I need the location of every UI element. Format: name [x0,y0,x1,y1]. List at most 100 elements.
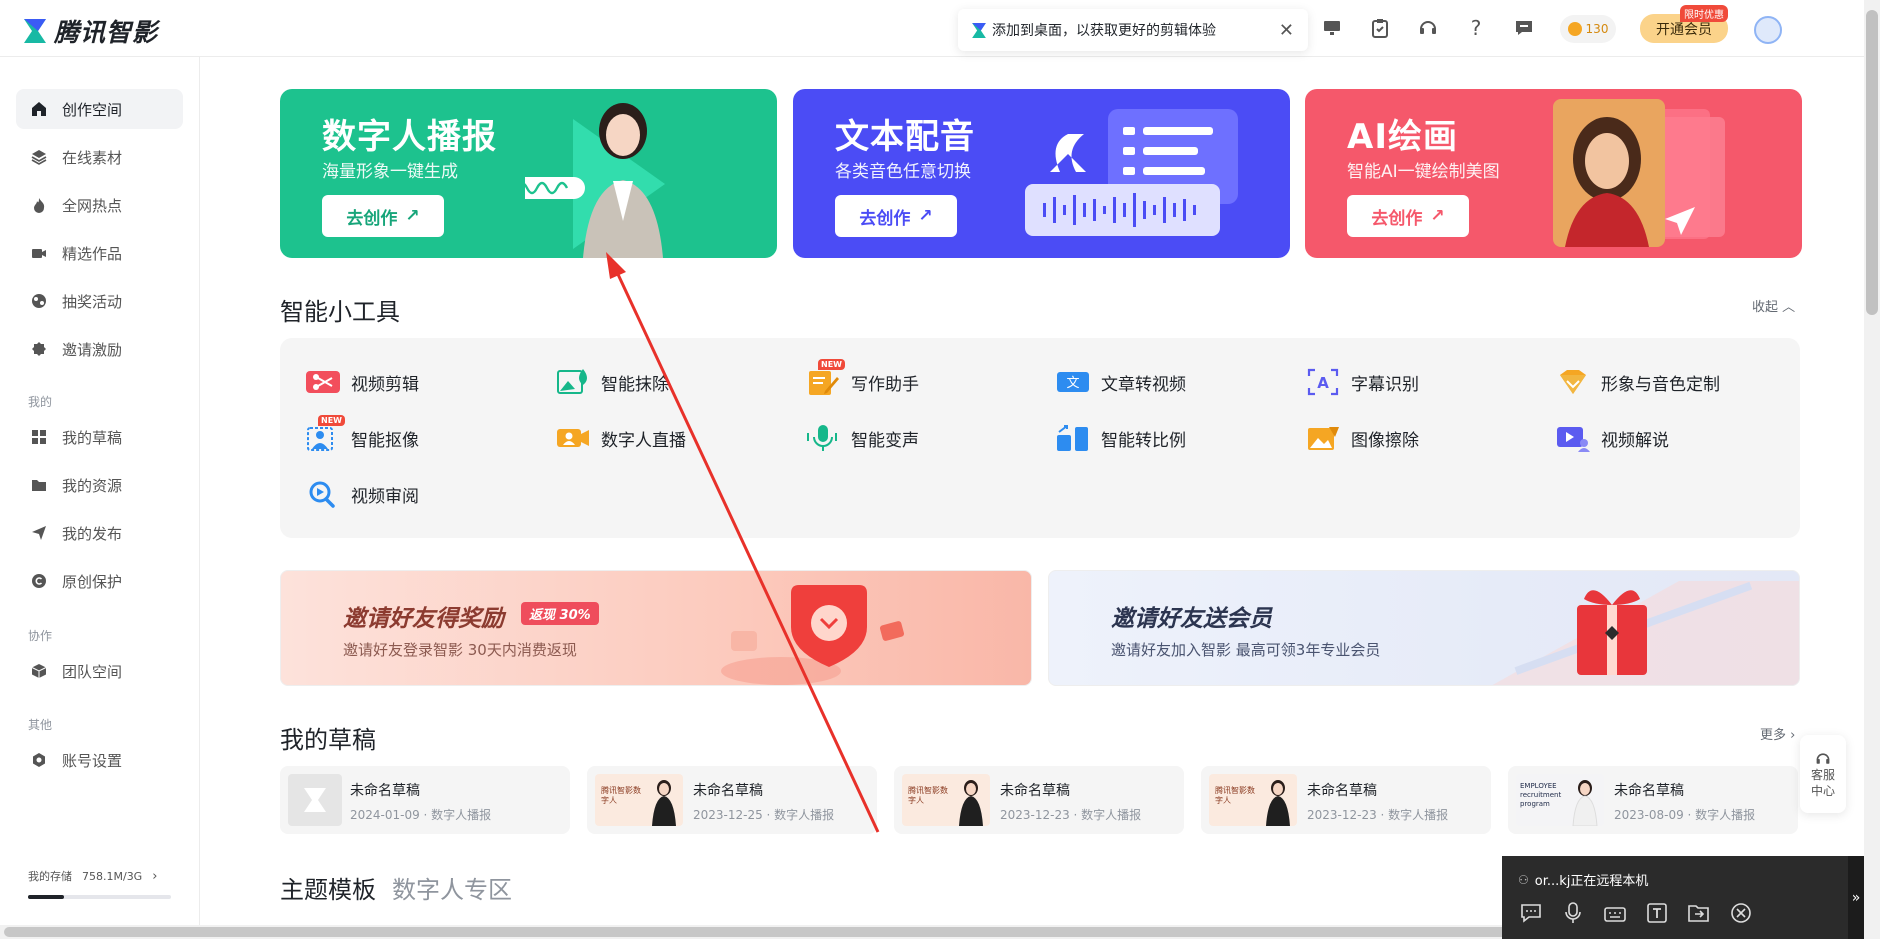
person-cutout-icon: NEW [305,415,345,453]
logo[interactable]: 腾讯智影 [24,13,158,49]
tool-image-erase[interactable]: 图像擦除 [1305,423,1419,453]
arrow-up-right-icon: ↗ [1430,206,1445,226]
go-create-button[interactable]: 去创作 ↗ [322,195,444,237]
tool-avatar-voice-custom[interactable]: 形象与音色定制 [1555,367,1720,397]
presenter-figure [1266,780,1290,826]
clipboard-icon[interactable] [1368,16,1392,40]
sidebar-item-label: 邀请激励 [62,340,123,359]
headset-icon[interactable] [1416,16,1440,40]
thumbnail-caption: 腾讯智影数字人 [908,786,948,805]
sidebar-item-my-resources[interactable]: 我的资源 [16,465,183,505]
sidebar-item-creation-space[interactable]: 创作空间 [16,89,183,129]
draft-thumbnail: EMPLOYEE recruitment program [1516,774,1604,826]
chat-icon[interactable] [1518,900,1544,926]
go-create-button[interactable]: 去创作 ↗ [1347,195,1469,237]
tool-label: 视频剪辑 [351,374,419,395]
customer-service-button[interactable]: 客服 中心 [1800,735,1846,813]
more-label: 更多 [1760,728,1787,743]
help-icon[interactable]: ? [1464,16,1488,40]
sidebar-item-label: 我的草稿 [62,428,123,447]
coin-balance[interactable]: 130 [1560,15,1616,43]
tool-smart-cutout[interactable]: NEW 智能抠像 [305,415,419,453]
horizontal-scrollbar-thumb[interactable] [4,927,1644,937]
tab-theme-templates[interactable]: 主题模板 [280,870,376,905]
banner-title: 邀请好友得奖励 [343,606,504,632]
portrait-illustration [1553,99,1725,247]
tool-smart-erase[interactable]: 智能抹除 [555,367,669,397]
sidebar-item-label: 团队空间 [62,662,123,681]
live-camera-icon [555,423,591,453]
sidebar-item-hot-topics[interactable]: 全网热点 [16,185,183,225]
banner-title: 邀请好友送会员 [1111,606,1272,632]
sidebar-item-label: 全网热点 [62,196,123,215]
tool-aspect-ratio[interactable]: 智能转比例 [1055,423,1186,453]
tool-label: 形象与音色定制 [1601,374,1720,395]
collapse-toggle[interactable]: 收起 ︿ [1752,296,1795,315]
sidebar-item-account-settings[interactable]: 账号设置 [16,740,183,780]
draft-thumbnail: 腾讯智影数字人 [1209,774,1297,826]
tool-video-commentary[interactable]: 视频解说 [1555,423,1669,453]
button-label: 去创作 [1371,208,1423,229]
notice-text: 添加到桌面，以获取更好的剪辑体验 [992,23,1216,39]
close-circle-icon[interactable] [1728,900,1754,926]
invite-cashback-banner[interactable]: 邀请好友得奖励 返现 30% 邀请好友登录智影 30天内消费返现 [280,570,1032,686]
tool-writing-assistant[interactable]: NEW 写作助手 [805,359,919,397]
storage-info[interactable]: 我的存储 758.1M/3G › [28,868,157,884]
keyboard-icon[interactable] [1602,900,1628,926]
sidebar-item-featured-works[interactable]: 精选作品 [16,233,183,273]
tool-label: 数字人直播 [601,430,686,451]
arrow-up-right-icon: ↗ [918,206,933,226]
sidebar-item-lottery[interactable]: 抽奖活动 [16,281,183,321]
tool-voice-changer[interactable]: 智能变声 [805,423,919,453]
close-icon[interactable]: ✕ [1279,20,1294,41]
audio-illustration [1025,109,1238,236]
draft-card[interactable]: EMPLOYEE recruitment program 未命名草稿 2023-… [1508,766,1798,834]
sidebar-item-copyright[interactable]: 原创保护 [16,561,183,601]
badge-icon [30,340,48,358]
cashback-badge: 返现 30% [521,602,599,625]
group-label-collab: 协作 [28,629,53,643]
add-to-desktop-notice[interactable]: 添加到桌面，以获取更好的剪辑体验 ✕ [958,9,1308,51]
presenter-figure [1572,780,1598,826]
hero-card-ai-painting[interactable]: AI绘画 智能AI一键绘制美图 去创作 ↗ [1305,89,1802,258]
file-transfer-icon[interactable] [1686,900,1712,926]
gift-box-illustration [1492,581,1799,685]
sidebar-item-invite-rewards[interactable]: 邀请激励 [16,329,183,369]
more-link[interactable]: 更多 › [1760,724,1795,743]
sidebar-item-my-drafts[interactable]: 我的草稿 [16,417,183,457]
draft-card[interactable]: 腾讯智影数字人 未命名草稿 2023-12-25 · 数字人播报 [587,766,877,834]
hero-card-text-dubbing[interactable]: 文本配音 各类音色任意切换 去创作 ↗ [793,89,1290,258]
double-chevron-right-icon[interactable]: » [1848,856,1864,939]
sidebar-item-online-assets[interactable]: 在线素材 [16,137,183,177]
coin-count: 130 [1585,22,1609,36]
draft-card[interactable]: 腾讯智影数字人 未命名草稿 2023-12-23 · 数字人播报 [1201,766,1491,834]
draft-thumbnail: 腾讯智影数字人 [595,774,683,826]
draft-card[interactable]: 未命名草稿 2024-01-09 · 数字人播报 [280,766,570,834]
draft-card[interactable]: 腾讯智影数字人 未命名草稿 2023-12-23 · 数字人播报 [894,766,1184,834]
tool-article-to-video[interactable]: 文 文章转视频 [1055,367,1186,397]
tool-video-review[interactable]: 视频审阅 [305,479,419,509]
tool-label: 视频解说 [1601,430,1669,451]
invite-membership-banner[interactable]: 邀请好友送会员 邀请好友加入智影 最高可领3年专业会员 [1048,570,1800,686]
sidebar-item-label: 抽奖活动 [62,292,123,311]
tool-label: 智能转比例 [1101,430,1186,451]
sidebar-item-my-publish[interactable]: 我的发布 [16,513,183,553]
text-box-icon[interactable] [1644,900,1670,926]
sidebar-item-label: 我的资源 [62,476,123,495]
tool-digital-human-live[interactable]: 数字人直播 [555,423,686,453]
message-icon[interactable] [1512,16,1536,40]
microphone-icon[interactable] [1560,900,1586,926]
tool-video-edit[interactable]: 视频剪辑 [305,367,419,397]
vertical-scrollbar-thumb[interactable] [1866,10,1878,315]
avatar[interactable] [1754,16,1782,44]
go-create-button[interactable]: 去创作 ↗ [835,195,957,237]
sidebar-item-team-space[interactable]: 团队空间 [16,651,183,691]
tools-section-title: 智能小工具 [280,298,400,326]
image-erase-icon [555,367,591,397]
monitor-icon[interactable] [1320,16,1344,40]
tool-subtitle-recognition[interactable]: A 字幕识别 [1305,367,1419,397]
sidebar-item-label: 账号设置 [62,751,123,770]
tab-digital-human-zone[interactable]: 数字人专区 [392,870,512,905]
layers-icon [30,148,48,166]
hero-card-digital-human[interactable]: 数字人播报 海量形象一键生成 去创作 ↗ [280,89,777,258]
